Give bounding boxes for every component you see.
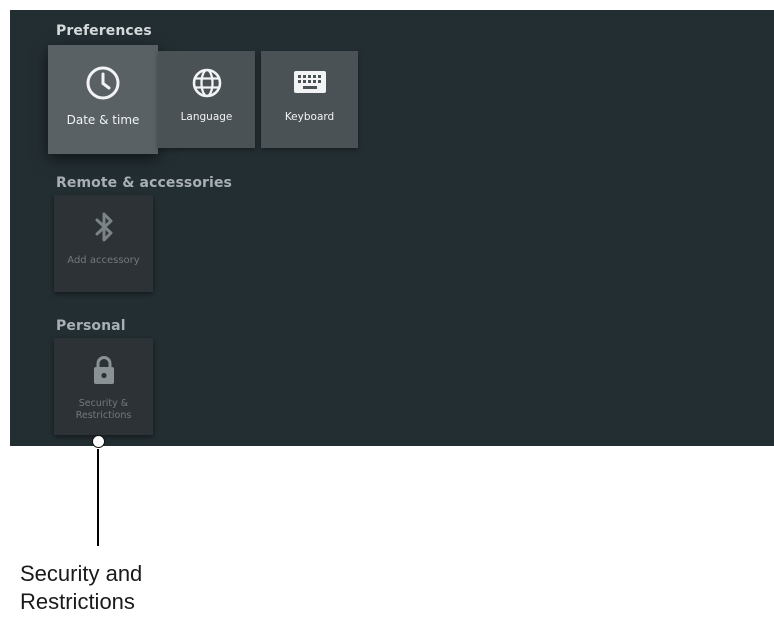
language-label: Language <box>180 111 233 123</box>
security-label-line1: Security & <box>78 398 129 409</box>
keyboard-icon <box>261 69 358 95</box>
callout-label-line2: Restrictions <box>20 589 135 614</box>
section-title-preferences: Preferences <box>56 23 152 39</box>
add-accessory-label: Add accessory <box>67 255 140 266</box>
date-time-label: Date & time <box>66 113 140 127</box>
callout-line <box>97 449 99 546</box>
add-accessory-tile[interactable]: Add accessory <box>54 195 153 292</box>
globe-icon <box>158 67 255 99</box>
settings-screen: Preferences Date & time Language Keyboar… <box>10 10 774 446</box>
security-label-line2: Restrictions <box>75 410 132 421</box>
callout-label: Security and Restrictions <box>20 560 220 616</box>
date-time-tile[interactable]: Date & time <box>48 45 158 154</box>
lock-icon <box>54 354 153 386</box>
language-tile[interactable]: Language <box>158 51 255 148</box>
clock-icon <box>48 65 158 101</box>
section-title-remote-accessories: Remote & accessories <box>56 175 232 191</box>
security-restrictions-label: Security & Restrictions <box>54 398 153 422</box>
keyboard-tile[interactable]: Keyboard <box>261 51 358 148</box>
bluetooth-icon <box>54 211 153 243</box>
section-title-personal: Personal <box>56 318 126 334</box>
keyboard-label: Keyboard <box>284 111 335 123</box>
callout-dot <box>92 435 105 448</box>
callout-label-line1: Security and <box>20 561 143 586</box>
security-restrictions-tile[interactable]: Security & Restrictions <box>54 338 153 435</box>
